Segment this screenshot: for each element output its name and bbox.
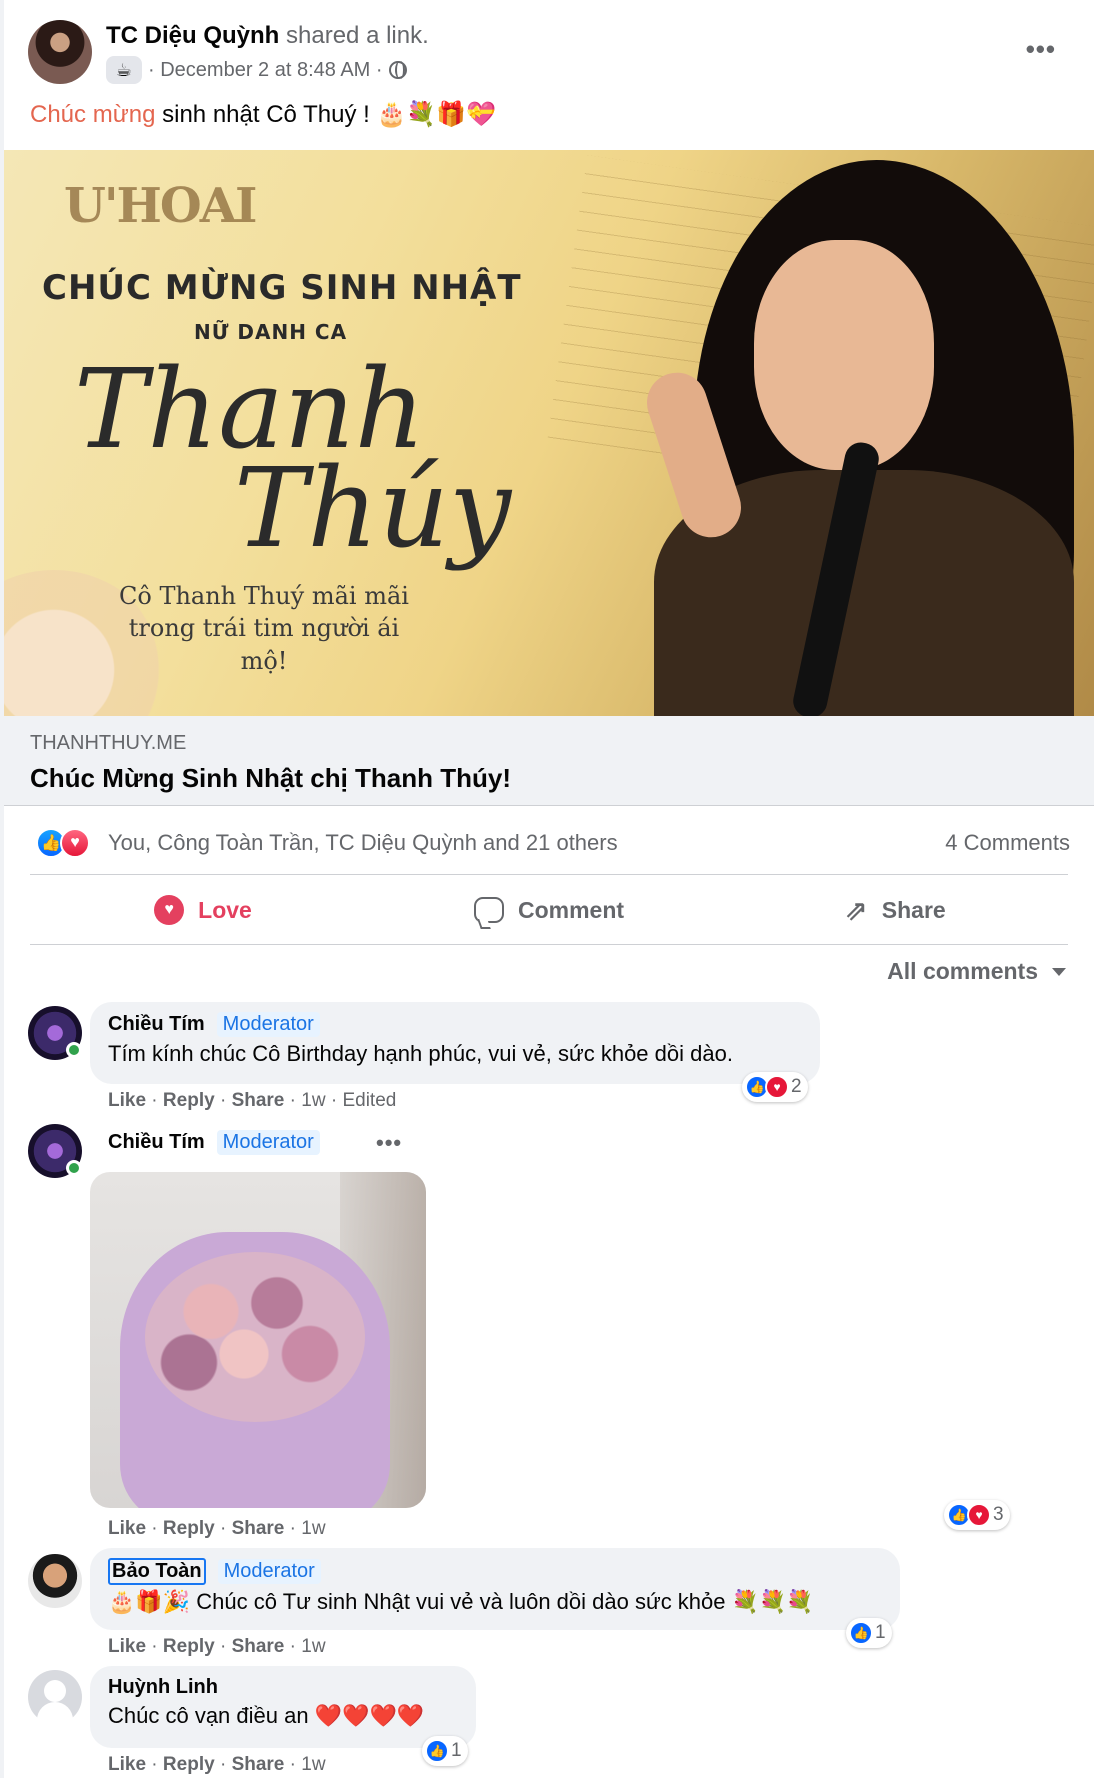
- love-icon: ♥: [154, 895, 185, 925]
- commenter-name[interactable]: Chiều Tím: [108, 1131, 205, 1154]
- comment-time[interactable]: 1w: [301, 1518, 325, 1539]
- comment-reactions[interactable]: 👍 ♥ 2: [742, 1072, 808, 1102]
- image-signature: Thanh Thúy: [74, 354, 512, 572]
- comment-icon: [473, 897, 504, 923]
- love-reaction-icon: ♥: [967, 1503, 991, 1527]
- comment-actions: Like · Reply · Share · 1w: [108, 1518, 326, 1539]
- comment-count[interactable]: 4 Comments: [945, 830, 1070, 856]
- online-status-dot: [66, 1042, 82, 1058]
- comment-label: Comment: [517, 896, 625, 923]
- post-text-accent: Chúc mừng: [30, 101, 156, 128]
- post-text: Chúc mừng sinh nhật Cô Thuý ! 🎂💐🎁💝: [30, 100, 496, 129]
- comment-actions: Like · Reply · Share · 1w · Edited: [108, 1090, 397, 1111]
- comment-reply-button[interactable]: Reply: [163, 1636, 215, 1657]
- post-meta: ☕ · December 2 at 8:48 AM ·: [106, 56, 407, 84]
- globe-icon: [388, 61, 407, 79]
- comment-share-button[interactable]: Share: [232, 1518, 285, 1539]
- comment-like-button[interactable]: Like: [108, 1754, 146, 1775]
- reactors-text[interactable]: You, Công Toàn Trần, TC Diệu Quỳnh and 2…: [108, 830, 618, 856]
- link-preview-image[interactable]: U'HOAI CHÚC MỪNG SINH NHẬT NỮ DANH CA Th…: [4, 150, 1094, 716]
- like-reaction-icon: 👍: [425, 1739, 449, 1763]
- love-reaction-icon: ♥: [60, 828, 90, 858]
- comment-actions: Like · Reply · Share · 1w: [108, 1754, 326, 1775]
- divider: [30, 944, 1068, 945]
- comment-reply-button[interactable]: Reply: [163, 1518, 215, 1539]
- like-reaction-icon: 👍: [849, 1621, 873, 1645]
- online-status-dot: [66, 1160, 82, 1176]
- image-headline: CHÚC MỪNG SINH NHẬT: [42, 268, 522, 308]
- commenter-avatar[interactable]: [28, 1670, 82, 1724]
- comment-text: Tím kính chúc Cô Birthday hạnh phúc, vui…: [108, 1041, 733, 1066]
- commenter-name[interactable]: Chiều Tím: [108, 1013, 205, 1036]
- comment-like-button[interactable]: Like: [108, 1090, 146, 1111]
- reaction-count: 1: [875, 1622, 886, 1643]
- comment-button[interactable]: Comment: [376, 878, 722, 942]
- post-card: TC Diệu Quỳnh shared a link. ☕ · Decembe…: [4, 0, 1094, 1778]
- comment-bubble: Huỳnh Linh Chúc cô vạn điều an ❤️❤️❤️❤️: [90, 1666, 476, 1748]
- comment-bubble: Chiều Tím Moderator Tím kính chúc Cô Bir…: [90, 1002, 820, 1084]
- more-options-icon[interactable]: •••: [1026, 34, 1056, 65]
- comment-like-button[interactable]: Like: [108, 1518, 146, 1539]
- love-label: Love: [198, 896, 252, 923]
- comment-edited-label: Edited: [342, 1090, 397, 1111]
- bouquet-photo[interactable]: [90, 1172, 426, 1508]
- comment-reply-button[interactable]: Reply: [163, 1754, 215, 1775]
- image-tribute-text: Cô Thanh Thuý mãi mãi trong trái tim ngư…: [119, 582, 409, 675]
- divider: [30, 874, 1068, 875]
- comment-filter-dropdown[interactable]: All comments: [887, 958, 1066, 985]
- comment-time[interactable]: 1w: [301, 1754, 325, 1775]
- moderator-badge: Moderator: [216, 1130, 320, 1155]
- comment-bubble: Bảo Toàn Moderator 🎂🎁🎉 Chúc cô Tư sinh N…: [90, 1548, 900, 1630]
- coffee-cup-icon: ☕: [106, 56, 142, 84]
- comment-text: 🎂🎁🎉 Chúc cô Tư sinh Nhật vui vẻ và luôn …: [108, 1589, 814, 1614]
- moderator-badge: Moderator: [216, 1012, 320, 1037]
- comment-share-button[interactable]: Share: [232, 1636, 285, 1657]
- reaction-count: 1: [451, 1740, 462, 1761]
- comment-reply-button[interactable]: Reply: [163, 1090, 215, 1111]
- post-text-rest: sinh nhật Cô Thuý ! 🎂💐🎁💝: [155, 101, 496, 128]
- author-avatar[interactable]: [28, 20, 92, 84]
- image-subheadline: NỮ DANH CA: [194, 320, 348, 344]
- love-button[interactable]: ♥ Love: [30, 878, 376, 942]
- comment-time[interactable]: 1w: [301, 1636, 325, 1657]
- comment-options-icon[interactable]: •••: [376, 1130, 402, 1156]
- comment-like-button[interactable]: Like: [108, 1636, 146, 1657]
- comment-share-button[interactable]: Share: [232, 1754, 285, 1775]
- signature-line-2: Thúy: [234, 444, 512, 572]
- reaction-icons[interactable]: 👍 ♥: [36, 828, 90, 858]
- comment-filter-label: All comments: [887, 958, 1038, 984]
- comment-time[interactable]: 1w: [301, 1090, 325, 1111]
- comment-actions: Like · Reply · Share · 1w: [108, 1636, 326, 1657]
- moderator-badge: Moderator: [217, 1559, 321, 1584]
- link-title[interactable]: Chúc Mừng Sinh Nhật chị Thanh Thúy!: [30, 763, 511, 794]
- caret-down-icon: [1052, 967, 1066, 976]
- post-actions: ♥ Love Comment ⇗ Share: [30, 878, 1068, 942]
- author-line: TC Diệu Quỳnh shared a link.: [106, 22, 429, 50]
- author-name[interactable]: TC Diệu Quỳnh: [106, 22, 279, 49]
- link-preview-footer[interactable]: THANHTHUY.ME Chúc Mừng Sinh Nhật chị Tha…: [4, 716, 1094, 806]
- link-domain: THANHTHUY.ME: [30, 732, 187, 754]
- singer-photo: [614, 150, 1094, 716]
- comment-header: Chiều Tím Moderator: [108, 1130, 320, 1155]
- share-label: Share: [881, 896, 946, 923]
- love-reaction-icon: ♥: [765, 1075, 789, 1099]
- brand-logo: U'HOAI: [64, 178, 257, 234]
- post-date[interactable]: · December 2 at 8:48 AM ·: [148, 59, 383, 82]
- reactions-summary: 👍 ♥ You, Công Toàn Trần, TC Diệu Quỳnh a…: [30, 824, 1070, 862]
- reaction-count: 2: [791, 1076, 802, 1097]
- author-action: shared a link.: [286, 22, 429, 49]
- comment-reactions[interactable]: 👍 1: [846, 1618, 892, 1648]
- share-button[interactable]: ⇗ Share: [722, 878, 1068, 942]
- comment-text: Chúc cô vạn điều an ❤️❤️❤️❤️: [108, 1703, 425, 1728]
- reaction-count: 3: [993, 1504, 1004, 1525]
- commenter-name[interactable]: Huỳnh Linh: [108, 1676, 218, 1699]
- share-icon: ⇗: [844, 894, 868, 926]
- comment-reactions[interactable]: 👍 1: [422, 1736, 468, 1766]
- comment-reactions[interactable]: 👍 ♥ 3: [944, 1500, 1010, 1530]
- comment-share-button[interactable]: Share: [232, 1090, 285, 1111]
- commenter-name[interactable]: Bảo Toàn: [108, 1558, 206, 1585]
- commenter-avatar[interactable]: [28, 1554, 82, 1608]
